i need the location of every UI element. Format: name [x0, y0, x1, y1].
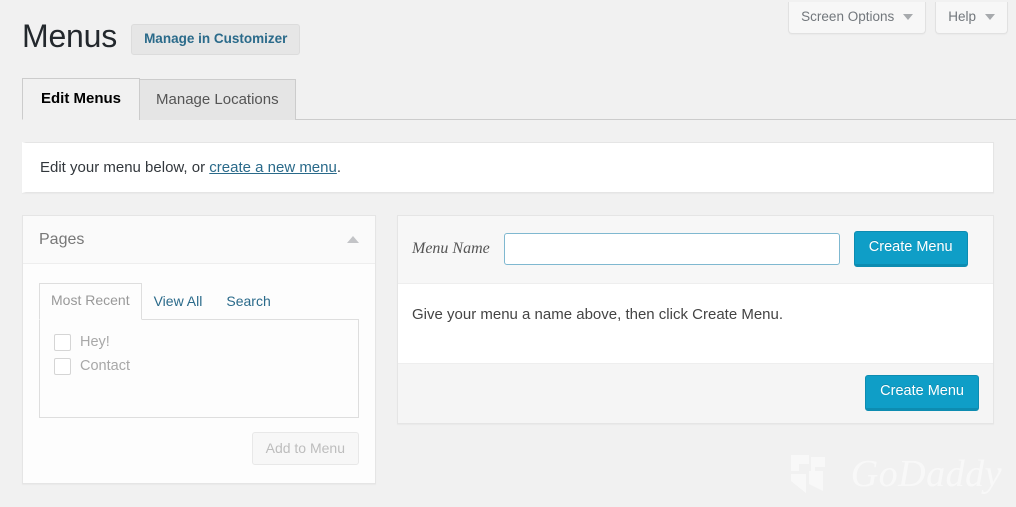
add-to-menu-button[interactable]: Add to Menu: [251, 431, 359, 465]
caret-up-icon[interactable]: [347, 236, 359, 244]
menu-name-input[interactable]: [503, 233, 840, 266]
pages-postbox-header[interactable]: Pages: [23, 216, 375, 265]
create-new-menu-link[interactable]: create a new menu: [209, 159, 337, 176]
notice-text-before: Edit your menu below, or: [40, 159, 210, 177]
menu-name-label: Menu Name: [412, 240, 490, 258]
help-label: Help: [948, 9, 976, 24]
most-recent-page-list: Hey! Contact: [39, 319, 359, 418]
edit-menu-notice: Edit your menu below, or create a new me…: [22, 142, 994, 194]
pages-panel-actions: Add to Menu: [39, 418, 359, 483]
pages-tab-bar: Most Recent View All Search: [39, 282, 359, 320]
notice-text-after: .: [336, 159, 342, 177]
manage-in-customizer-button[interactable]: Manage in Customizer: [131, 24, 301, 55]
tab-view-all[interactable]: View All: [142, 284, 215, 320]
screen-options-label: Screen Options: [801, 9, 895, 24]
chevron-down-icon: [985, 13, 995, 20]
pages-postbox-body: Most Recent View All Search Hey! Contact: [23, 264, 375, 483]
nav-tab-bar: Edit Menus Manage Locations: [22, 77, 1016, 121]
chevron-down-icon: [903, 13, 914, 20]
menu-panel: Menu Name Create Menu Give your menu a n…: [397, 215, 994, 424]
tab-manage-locations[interactable]: Manage Locations: [139, 78, 296, 121]
page-title: Menus: [22, 18, 118, 54]
page-checkbox[interactable]: [54, 357, 71, 375]
add-menu-items-column: Pages Most Recent View All Search Hey! C…: [22, 215, 376, 484]
menus-columns: Pages Most Recent View All Search Hey! C…: [22, 215, 994, 484]
menu-panel-instructions: Give your menu a name above, then click …: [398, 284, 993, 364]
tab-search[interactable]: Search: [214, 284, 282, 320]
screen-meta-links: Screen Options Help: [788, 2, 1008, 34]
pages-postbox: Pages Most Recent View All Search Hey! C…: [22, 215, 376, 484]
menu-panel-header: Menu Name Create Menu: [398, 216, 993, 285]
create-menu-button-bottom[interactable]: Create Menu: [865, 375, 979, 411]
menu-panel-footer: Create Menu: [398, 363, 993, 423]
list-item[interactable]: Contact: [50, 355, 348, 379]
page-label: Hey!: [80, 333, 110, 350]
tab-edit-menus[interactable]: Edit Menus: [22, 77, 141, 121]
screen-options-button[interactable]: Screen Options: [788, 2, 927, 34]
tab-most-recent[interactable]: Most Recent: [39, 283, 142, 320]
menu-settings-column: Menu Name Create Menu Give your menu a n…: [397, 215, 994, 424]
create-menu-button-top[interactable]: Create Menu: [853, 231, 968, 268]
page-checkbox[interactable]: [54, 333, 71, 351]
page-label: Contact: [80, 357, 130, 374]
list-item[interactable]: Hey!: [50, 331, 348, 355]
help-button[interactable]: Help: [935, 2, 1008, 34]
pages-panel-title: Pages: [39, 231, 85, 249]
